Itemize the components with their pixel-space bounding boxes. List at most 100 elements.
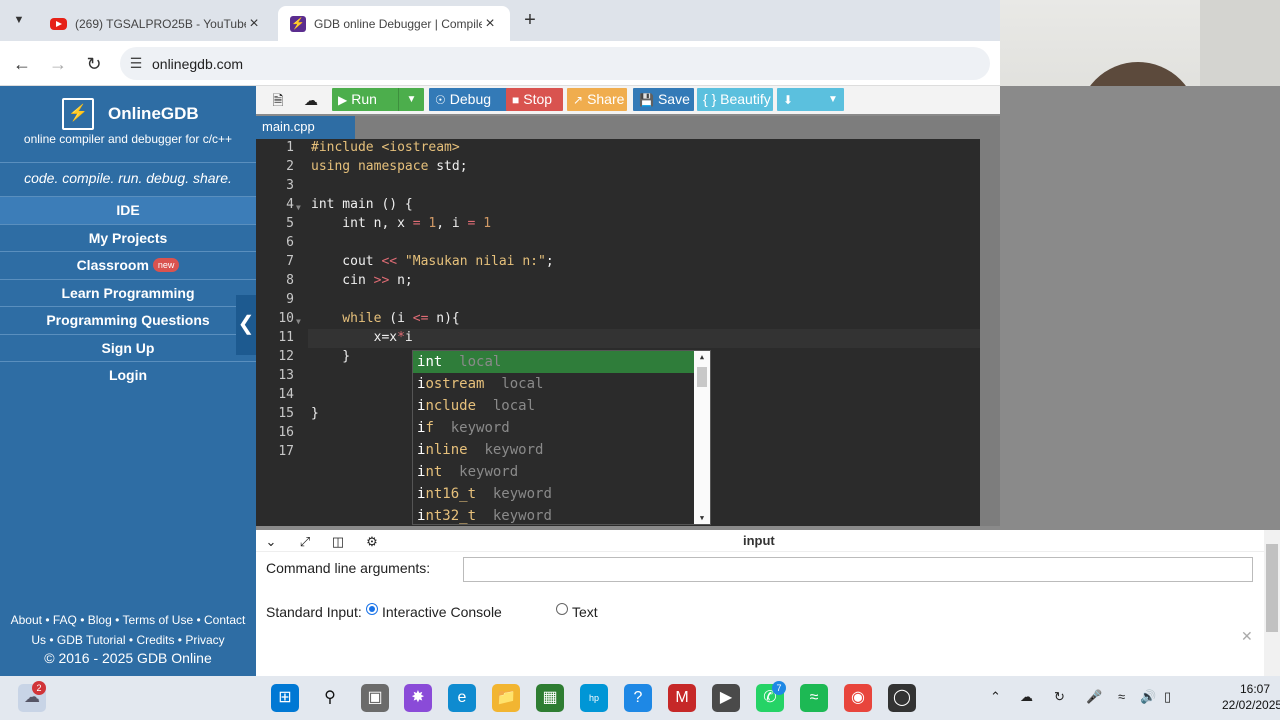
sidebar-item-programming-questions[interactable]: Programming Questions — [0, 306, 256, 334]
line-number: 2 — [286, 159, 294, 174]
expand-panel-icon[interactable]: ⤢ — [296, 533, 314, 551]
sync-icon[interactable]: ↻ — [1054, 689, 1065, 705]
download-dropdown-caret-icon[interactable]: ▼ — [822, 88, 844, 111]
code-token: cout — [311, 254, 382, 269]
run-dropdown-caret-icon[interactable]: ▼ — [398, 88, 424, 111]
close-icon[interactable]: ✕ — [1241, 628, 1253, 645]
show-hidden-icons-chevron-icon[interactable]: ⌃ — [990, 689, 1001, 705]
mcafee-icon[interactable]: M — [668, 684, 696, 712]
hp-app-icon[interactable]: hp — [580, 684, 608, 712]
windows-start-icon[interactable]: ⊞ — [271, 684, 299, 712]
back-arrow-icon[interactable]: ← — [10, 52, 34, 76]
browser-tab-onlinegdb[interactable]: ⚡ GDB online Debugger | Compiler × — [278, 6, 510, 41]
collapse-sidebar-chevron-icon[interactable]: ❮ — [236, 295, 256, 355]
new-file-icon[interactable]: 🗎 — [266, 89, 290, 111]
footer-link-credits[interactable]: Credits — [136, 633, 174, 647]
browser-tab-youtube[interactable]: (269) TGSALPRO25B - YouTube × — [38, 6, 274, 41]
onedrive-icon[interactable]: ☁ — [1020, 689, 1033, 705]
command-line-arguments-input[interactable] — [463, 557, 1253, 582]
search-icon[interactable]: ⚲ — [316, 684, 344, 712]
sidebar-item-classroom[interactable]: Classroom new — [0, 251, 256, 279]
share-button[interactable]: ↗ Share — [567, 88, 627, 111]
collapse-panel-chevron-icon[interactable]: ⌄ — [262, 533, 280, 551]
close-tab-icon[interactable]: × — [246, 15, 262, 33]
stop-button[interactable]: ■ Stop — [506, 88, 563, 111]
sidebar-item-sign-up[interactable]: Sign Up — [0, 333, 256, 362]
footer-link-privacy[interactable]: Privacy — [185, 633, 224, 647]
battery-icon[interactable]: ▯ — [1164, 689, 1171, 705]
wifi-icon[interactable]: ≈ — [1118, 689, 1125, 704]
download-button[interactable]: ⬇ ▼ — [777, 88, 844, 111]
interactive-console-label[interactable]: Interactive Console — [382, 604, 502, 620]
autocomplete-item[interactable]: int local — [413, 351, 694, 373]
autocomplete-item[interactable]: int16_t keyword — [413, 483, 694, 505]
file-explorer-icon[interactable]: 📁 — [492, 684, 520, 712]
ac-meta: keyword — [492, 508, 552, 524]
task-view-icon[interactable]: ▣ — [361, 684, 389, 712]
media-player-icon[interactable]: ▶ — [712, 684, 740, 712]
sidebar-item-my-projects[interactable]: My Projects — [0, 223, 256, 252]
footer-link-terms[interactable]: Terms of Use — [122, 613, 193, 627]
microphone-icon[interactable]: 🎤 — [1086, 689, 1102, 705]
scrollbar-thumb[interactable] — [1266, 544, 1278, 632]
ac-rest: nclude — [425, 398, 477, 414]
upload-icon[interactable]: ☁ — [299, 89, 323, 111]
footer-link-contact-us[interactable]: Us — [31, 633, 46, 647]
edge-icon[interactable]: e — [448, 684, 476, 712]
footer-link-tutorial[interactable]: GDB Tutorial — [57, 633, 126, 647]
chrome-icon[interactable]: ◉ — [844, 684, 872, 712]
spotify-icon[interactable]: ≈ — [800, 684, 828, 712]
brand-logo[interactable]: ⚡ OnlineGDB — [62, 98, 199, 130]
microsoft-store-icon[interactable]: ▦ — [536, 684, 564, 712]
footer-link-contact[interactable]: Contact — [204, 613, 245, 627]
autocomplete-item[interactable]: if keyword — [413, 417, 694, 439]
volume-icon[interactable]: 🔊 — [1140, 689, 1156, 705]
autocomplete-item[interactable]: inline keyword — [413, 439, 694, 461]
autocomplete-scrollbar[interactable]: ▲ ▼ — [694, 351, 710, 524]
save-button[interactable]: 💾 Save — [633, 88, 694, 111]
code-token: , i — [436, 216, 468, 231]
line-number: 4 — [286, 197, 294, 212]
scroll-down-arrow-icon[interactable]: ▼ — [694, 514, 710, 522]
autocomplete-item[interactable]: int keyword — [413, 461, 694, 483]
new-tab-plus-icon[interactable]: + — [518, 9, 542, 33]
whatsapp-badge: 7 — [772, 681, 786, 695]
sidebar-item-login[interactable]: Login — [0, 361, 256, 389]
forward-arrow-icon[interactable]: → — [46, 52, 70, 76]
panel-scrollbar[interactable] — [1264, 530, 1280, 676]
address-bar[interactable]: ☰ onlinegdb.com — [120, 47, 990, 80]
scroll-up-arrow-icon[interactable]: ▲ — [694, 353, 710, 361]
scrollbar-thumb[interactable] — [697, 367, 707, 387]
run-button[interactable]: ▶ Run ▼ — [332, 88, 424, 111]
autocomplete-item[interactable]: int32_t keyword — [413, 505, 694, 524]
beautify-button[interactable]: { } Beautify — [697, 88, 773, 111]
reload-icon[interactable]: ↻ — [82, 52, 106, 76]
fold-arrow-icon[interactable]: ▼ — [296, 317, 301, 326]
obs-icon[interactable]: ◯ — [888, 684, 916, 712]
gear-icon[interactable]: ⚙ — [363, 533, 381, 551]
fold-arrow-icon[interactable]: ▼ — [296, 203, 301, 212]
autocomplete-item[interactable]: include local — [413, 395, 694, 417]
copilot-icon[interactable]: ✸ — [404, 684, 432, 712]
interactive-console-radio[interactable] — [366, 603, 378, 615]
text-radio[interactable] — [556, 603, 568, 615]
save-label: Save — [657, 91, 690, 107]
tab-search-chevron-icon[interactable]: ▼ — [8, 9, 30, 31]
help-icon[interactable]: ? — [624, 684, 652, 712]
close-tab-icon[interactable]: × — [482, 15, 498, 33]
text-radio-label[interactable]: Text — [572, 604, 598, 620]
clock[interactable]: 16:07 22/02/2025 — [1222, 681, 1280, 713]
autocomplete-item[interactable]: iostream local — [413, 373, 694, 395]
footer-link-about[interactable]: About — [11, 613, 42, 627]
layout-toggle-icon[interactable]: ◫ — [329, 533, 347, 551]
line-number: 1 — [286, 140, 294, 155]
ac-meta: keyword — [492, 486, 552, 502]
autocomplete-popup: int local iostream local include local i… — [412, 350, 711, 525]
code-line-5: int n, x = 1, i = 1 — [311, 216, 491, 231]
site-settings-icon[interactable]: ☰ — [120, 55, 152, 72]
footer-link-faq[interactable]: FAQ — [53, 613, 77, 627]
file-tab-main-cpp[interactable]: main.cpp — [256, 116, 355, 139]
sidebar-item-ide[interactable]: IDE — [0, 196, 256, 224]
footer-link-blog[interactable]: Blog — [88, 613, 112, 627]
sidebar-item-learn-programming[interactable]: Learn Programming — [0, 278, 256, 307]
